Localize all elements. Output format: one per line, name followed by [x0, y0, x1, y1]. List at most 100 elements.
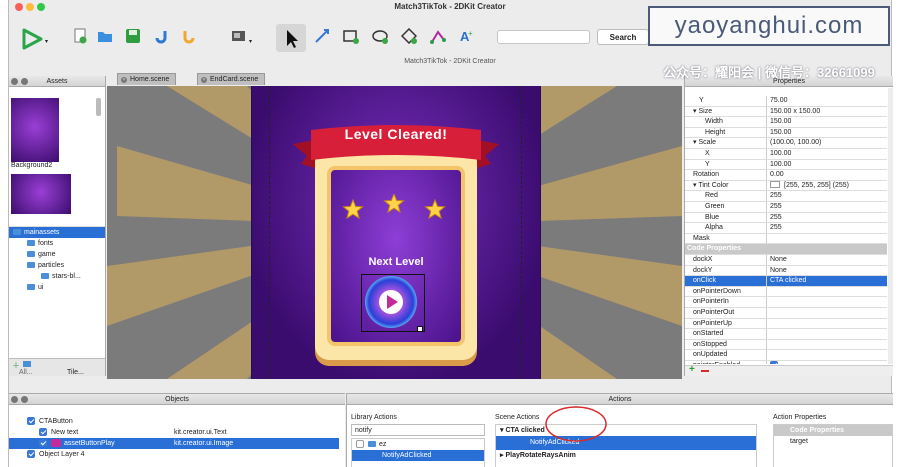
expand-icon[interactable]: [356, 440, 364, 449]
transform-tool-icon[interactable]: [314, 28, 330, 44]
add-text-icon[interactable]: A +: [459, 28, 475, 44]
property-row[interactable]: Mask: [685, 233, 887, 245]
property-value[interactable]: 150.00: [770, 117, 887, 128]
object-row[interactable]: New text kit.creator.ui.Text: [9, 427, 339, 438]
property-value[interactable]: None: [770, 266, 887, 277]
remove-property-icon[interactable]: [701, 370, 709, 372]
close-window-button[interactable]: [15, 3, 23, 11]
section-header[interactable]: Code Properties: [774, 425, 892, 436]
undo-icon[interactable]: [153, 28, 169, 44]
asset-thumbnail[interactable]: [11, 98, 59, 162]
visibility-checkbox[interactable]: [27, 450, 35, 459]
list-item[interactable]: NotifyAdClicked: [352, 450, 484, 461]
property-row[interactable]: Rotation 0.00: [685, 170, 887, 181]
minimize-window-button[interactable]: [26, 3, 34, 11]
add-polygon-icon[interactable]: [400, 27, 418, 45]
property-value[interactable]: 75.00: [770, 96, 887, 107]
tree-item[interactable]: ui: [9, 282, 105, 293]
add-property-icon[interactable]: +: [689, 364, 695, 375]
open-folder-icon[interactable]: [97, 28, 113, 44]
close-tab-icon[interactable]: ×: [121, 77, 127, 83]
close-icon[interactable]: [11, 78, 18, 85]
list-item[interactable]: ▾ CTA clicked: [496, 425, 756, 436]
redo-icon[interactable]: [181, 28, 197, 44]
resize-handle[interactable]: [417, 326, 423, 332]
property-value[interactable]: 150.00 x 150.00: [770, 107, 887, 118]
property-row[interactable]: ▾ Size 150.00 x 150.00: [685, 106, 887, 118]
property-row[interactable]: ▾ Scale (100.00, 100.00): [685, 138, 887, 149]
add-path-icon[interactable]: [430, 28, 446, 44]
search-input[interactable]: [497, 30, 590, 44]
property-row[interactable]: onPointerIn: [685, 297, 887, 308]
close-tab-icon[interactable]: ×: [201, 77, 207, 83]
property-row[interactable]: Width 150.00: [685, 117, 887, 128]
property-row[interactable]: Blue 255: [685, 212, 887, 224]
property-value[interactable]: 255: [770, 191, 887, 202]
color-swatch[interactable]: [770, 181, 780, 189]
property-row[interactable]: onClick CTA clicked: [685, 276, 887, 287]
property-row[interactable]: dockY None: [685, 265, 887, 277]
select-tool-button[interactable]: [276, 24, 306, 52]
tree-item[interactable]: mainassets: [9, 227, 105, 238]
new-file-icon[interactable]: [72, 28, 88, 44]
tree-item[interactable]: fonts: [9, 238, 105, 249]
property-row[interactable]: onPointerOut: [685, 308, 887, 319]
tree-item[interactable]: stars-bl...: [9, 271, 105, 282]
add-folder-icon[interactable]: [23, 361, 31, 367]
object-row[interactable]: assetButtonPlay kit.creator.ui.Image: [9, 438, 339, 449]
property-row[interactable]: Red 255: [685, 191, 887, 202]
visibility-checkbox[interactable]: [27, 417, 35, 426]
tab-home-scene[interactable]: × Home.scene: [117, 73, 177, 85]
property-row[interactable]: Code Properties: [685, 244, 887, 255]
property-value[interactable]: 100.00: [770, 149, 887, 160]
property-value[interactable]: 150.00: [770, 128, 887, 139]
save-icon[interactable]: [125, 28, 141, 44]
search-button[interactable]: Search: [597, 29, 649, 45]
visibility-checkbox[interactable]: [39, 428, 47, 437]
property-value[interactable]: CTA clicked: [770, 276, 887, 287]
property-value[interactable]: 255: [770, 223, 887, 234]
property-value[interactable]: [770, 361, 887, 364]
property-value[interactable]: [255, 255, 255] (255): [770, 181, 887, 192]
assets-tab-tiles[interactable]: Tile...: [67, 369, 84, 376]
property-row[interactable]: onStopped: [685, 339, 887, 351]
zoom-window-button[interactable]: [37, 3, 45, 11]
property-row[interactable]: onPointerUp: [685, 318, 887, 330]
assets-scrollbar[interactable]: [96, 98, 101, 116]
property-value[interactable]: 255: [770, 213, 887, 224]
object-row[interactable]: Object Layer 4: [9, 449, 339, 460]
library-search-input[interactable]: notify: [351, 424, 485, 436]
visibility-checkbox[interactable]: [39, 439, 47, 448]
checkbox[interactable]: [770, 361, 778, 364]
property-row[interactable]: Y 100.00: [685, 159, 887, 171]
list-item[interactable]: NotifyAdClicked: [496, 436, 756, 450]
property-value[interactable]: 100.00: [770, 160, 887, 171]
list-item[interactable]: ▸ PlayRotateRaysAnim: [496, 450, 756, 461]
asset-thumbnail[interactable]: [11, 174, 71, 214]
property-row[interactable]: ▾ Tint Color [255, 255, 255] (255): [685, 180, 887, 192]
add-sprite-icon[interactable]: [343, 28, 359, 44]
property-row[interactable]: Y 75.00: [685, 96, 887, 107]
property-row[interactable]: onUpdated: [685, 350, 887, 361]
list-item[interactable]: ez: [352, 439, 484, 450]
list-item[interactable]: target: [774, 436, 892, 447]
property-value[interactable]: 255: [770, 202, 887, 213]
property-value[interactable]: 0.00: [770, 170, 887, 181]
tree-item[interactable]: particles: [9, 260, 105, 271]
scene-viewport[interactable]: Level Cleared! Next Level: [107, 86, 682, 379]
tab-endcard-scene[interactable]: × EndCard.scene: [197, 73, 266, 85]
play-button[interactable]: [21, 28, 45, 52]
property-value[interactable]: (100.00, 100.00): [770, 138, 887, 149]
play-button-asset[interactable]: [365, 276, 417, 328]
settings-icon[interactable]: [21, 396, 28, 403]
screenshot-icon[interactable]: [231, 28, 247, 44]
play-menu-chevron-icon[interactable]: ▾: [45, 38, 48, 45]
property-value[interactable]: None: [770, 255, 887, 266]
property-row[interactable]: Alpha 255: [685, 223, 887, 234]
add-shape-icon[interactable]: [372, 28, 388, 44]
close-icon[interactable]: [11, 396, 18, 403]
property-row[interactable]: dockX None: [685, 255, 887, 266]
properties-scrollbar[interactable]: [888, 88, 893, 364]
tree-item[interactable]: game: [9, 249, 105, 260]
property-row[interactable]: X 100.00: [685, 149, 887, 160]
